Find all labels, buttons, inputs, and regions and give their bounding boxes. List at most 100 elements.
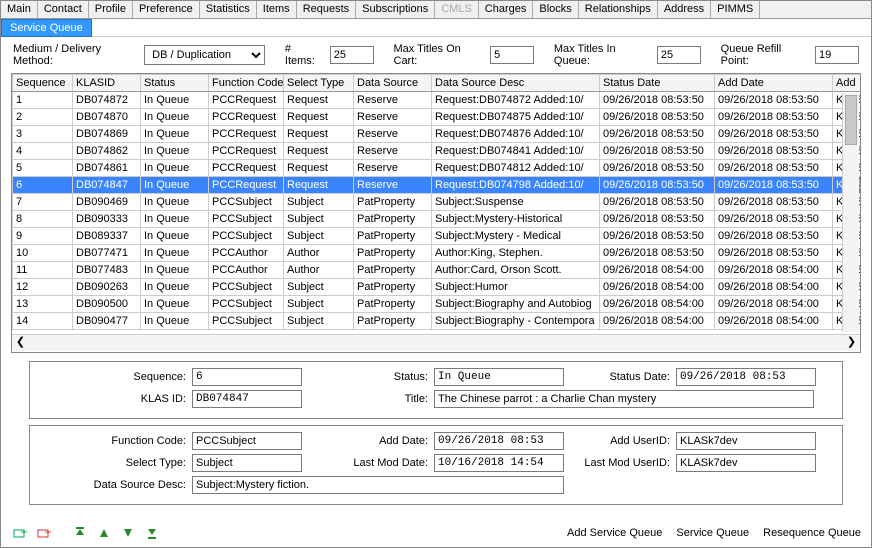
func-label: Function Code: bbox=[38, 435, 186, 447]
tab-statistics[interactable]: Statistics bbox=[200, 1, 257, 18]
tab-subscriptions[interactable]: Subscriptions bbox=[356, 1, 435, 18]
tab-pimms[interactable]: PIMMS bbox=[711, 1, 760, 18]
scroll-right-icon[interactable]: ❯ bbox=[843, 335, 860, 351]
table-row[interactable]: 14DB090477In QueuePCCSubjectSubjectPatPr… bbox=[13, 313, 861, 330]
status-field[interactable] bbox=[434, 368, 564, 386]
tab-charges[interactable]: Charges bbox=[479, 1, 534, 18]
table-row[interactable]: 7DB090469In QueuePCCSubjectSubjectPatPro… bbox=[13, 194, 861, 211]
table-row[interactable]: 2DB074870In QueuePCCRequestRequestReserv… bbox=[13, 109, 861, 126]
move-top-icon[interactable] bbox=[71, 525, 89, 541]
table-row[interactable]: 11DB077483In QueuePCCAuthorAuthorPatProp… bbox=[13, 262, 861, 279]
cell: Author bbox=[284, 262, 354, 279]
vertical-scrollbar[interactable] bbox=[842, 93, 859, 332]
cell: 09/26/2018 08:53:50 bbox=[600, 143, 715, 160]
statusdate-field[interactable] bbox=[676, 368, 816, 386]
table-row[interactable]: 3DB074869In QueuePCCRequestRequestReserv… bbox=[13, 126, 861, 143]
cell: Request bbox=[284, 126, 354, 143]
maxqueue-input[interactable] bbox=[657, 46, 701, 64]
cell: Request bbox=[284, 143, 354, 160]
cell: PCCRequest bbox=[209, 109, 284, 126]
cell: PatProperty bbox=[354, 279, 432, 296]
cell: 5 bbox=[13, 160, 73, 177]
table-row[interactable]: 10DB077471In QueuePCCAuthorAuthorPatProp… bbox=[13, 245, 861, 262]
adduser-field[interactable] bbox=[676, 432, 816, 450]
service-queue-grid[interactable]: SequenceKLASIDStatusFunction CodeSelect … bbox=[12, 74, 860, 330]
col-header[interactable]: Function Code bbox=[209, 75, 284, 92]
cell: 09/26/2018 08:54:00 bbox=[715, 262, 833, 279]
cell: In Queue bbox=[141, 279, 209, 296]
cell: Author:King, Stephen. bbox=[432, 245, 600, 262]
grid-container: SequenceKLASIDStatusFunction CodeSelect … bbox=[11, 73, 861, 353]
delete-record-icon[interactable] bbox=[35, 525, 53, 541]
move-up-icon[interactable] bbox=[95, 525, 113, 541]
table-row[interactable]: 8DB090333In QueuePCCSubjectSubjectPatPro… bbox=[13, 211, 861, 228]
table-row[interactable]: 1DB074872In QueuePCCRequestRequestReserv… bbox=[13, 92, 861, 109]
tab-profile[interactable]: Profile bbox=[89, 1, 133, 18]
table-row[interactable]: 13DB090500In QueuePCCSubjectSubjectPatPr… bbox=[13, 296, 861, 313]
tab-blocks[interactable]: Blocks bbox=[533, 1, 578, 18]
resequence-queue-button[interactable]: Resequence Queue bbox=[763, 527, 861, 539]
cell: Author bbox=[284, 245, 354, 262]
table-row[interactable]: 12DB090263In QueuePCCSubjectSubjectPatPr… bbox=[13, 279, 861, 296]
cell: Subject bbox=[284, 211, 354, 228]
title-field[interactable] bbox=[434, 390, 814, 408]
col-header[interactable]: Status Date bbox=[600, 75, 715, 92]
lastmoduser-field[interactable] bbox=[676, 454, 816, 472]
nitems-input[interactable] bbox=[330, 46, 374, 64]
tab-main[interactable]: Main bbox=[1, 1, 38, 18]
tab-contact[interactable]: Contact bbox=[38, 1, 89, 18]
col-header[interactable]: Data Source Desc bbox=[432, 75, 600, 92]
detail-panel-1: Sequence: Status: Status Date: KLAS ID: … bbox=[29, 361, 843, 419]
sel-field[interactable] bbox=[192, 454, 302, 472]
lastmod-label: Last Mod Date: bbox=[308, 457, 428, 469]
add-record-icon[interactable] bbox=[11, 525, 29, 541]
cell: PatProperty bbox=[354, 211, 432, 228]
table-row[interactable]: 5DB074861In QueuePCCRequestRequestReserv… bbox=[13, 160, 861, 177]
sequence-field[interactable] bbox=[192, 368, 302, 386]
cell: PatProperty bbox=[354, 228, 432, 245]
tab-requests[interactable]: Requests bbox=[297, 1, 356, 18]
cell: 8 bbox=[13, 211, 73, 228]
cell: Request:DB074872 Added:10/ bbox=[432, 92, 600, 109]
cell: PCCRequest bbox=[209, 126, 284, 143]
cell: 09/26/2018 08:53:50 bbox=[600, 211, 715, 228]
refill-input[interactable] bbox=[815, 46, 859, 64]
col-header[interactable]: KLASID bbox=[73, 75, 141, 92]
klasid-label: KLAS ID: bbox=[38, 393, 186, 405]
cell: Request:DB074812 Added:10/ bbox=[432, 160, 600, 177]
col-header[interactable]: Sequence bbox=[13, 75, 73, 92]
table-row[interactable]: 9DB089337In QueuePCCSubjectSubjectPatPro… bbox=[13, 228, 861, 245]
tab-relationships[interactable]: Relationships bbox=[579, 1, 658, 18]
maxqueue-label: Max Titles In Queue: bbox=[554, 43, 649, 67]
tab-items[interactable]: Items bbox=[257, 1, 297, 18]
move-bottom-icon[interactable] bbox=[143, 525, 161, 541]
tab-address[interactable]: Address bbox=[658, 1, 711, 18]
col-header[interactable]: Status bbox=[141, 75, 209, 92]
klasid-field[interactable] bbox=[192, 390, 302, 408]
tab-cmls: CMLS bbox=[435, 1, 479, 18]
table-row[interactable]: 4DB074862In QueuePCCRequestRequestReserv… bbox=[13, 143, 861, 160]
cell: 12 bbox=[13, 279, 73, 296]
service-queue-button[interactable]: Service Queue bbox=[676, 527, 749, 539]
cell: DB074861 bbox=[73, 160, 141, 177]
scroll-left-icon[interactable]: ❮ bbox=[12, 335, 29, 351]
col-header[interactable]: Add Date bbox=[715, 75, 833, 92]
table-row[interactable]: 6DB074847In QueuePCCRequestRequestReserv… bbox=[13, 177, 861, 194]
cell: 09/26/2018 08:53:50 bbox=[715, 143, 833, 160]
func-field[interactable] bbox=[192, 432, 302, 450]
dsdesc-field[interactable] bbox=[192, 476, 564, 494]
maxcart-input[interactable] bbox=[490, 46, 534, 64]
horizontal-scrollbar[interactable]: ❮ ❯ bbox=[12, 334, 860, 351]
lastmod-field[interactable] bbox=[434, 454, 564, 472]
col-header[interactable]: Add bbox=[833, 75, 861, 92]
cell: PatProperty bbox=[354, 194, 432, 211]
col-header[interactable]: Select Type bbox=[284, 75, 354, 92]
adddate-field[interactable] bbox=[434, 432, 564, 450]
medium-select[interactable]: DB / Duplication bbox=[144, 45, 265, 65]
tab-preference[interactable]: Preference bbox=[133, 1, 200, 18]
subtab-service-queue[interactable]: Service Queue bbox=[1, 19, 92, 37]
move-down-icon[interactable] bbox=[119, 525, 137, 541]
cell: PCCSubject bbox=[209, 228, 284, 245]
add-service-queue-button[interactable]: Add Service Queue bbox=[567, 527, 662, 539]
col-header[interactable]: Data Source bbox=[354, 75, 432, 92]
